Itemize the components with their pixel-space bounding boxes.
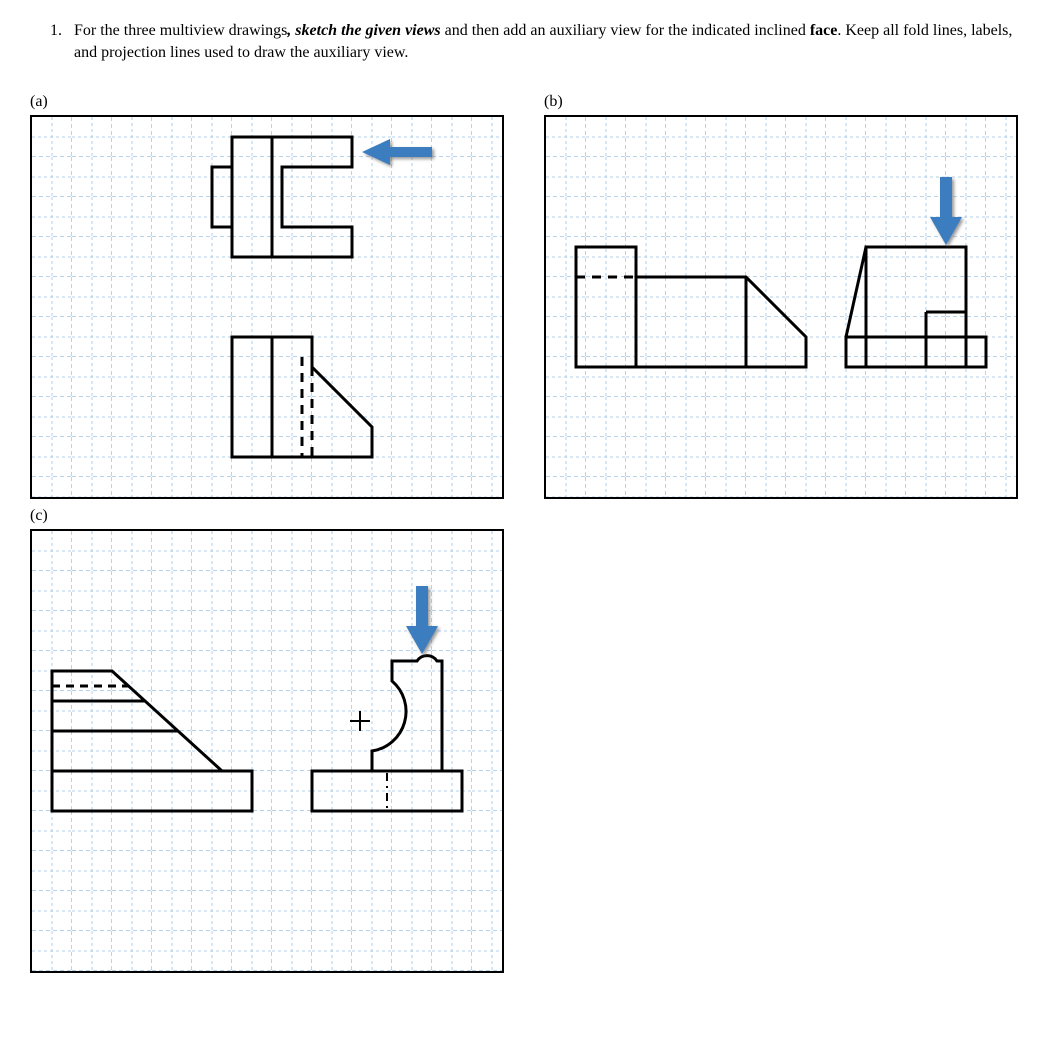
label-a: (a) — [30, 93, 504, 111]
q-text-1: For the three multiview drawings — [74, 22, 287, 39]
drawing-a — [32, 117, 502, 497]
panel-c — [30, 529, 504, 973]
cell-c: (c) — [30, 507, 504, 973]
question-block: 1. For the three multiview drawings, ske… — [30, 20, 1024, 63]
panel-a — [30, 115, 504, 499]
row-1: (a) — [30, 93, 1024, 499]
q-text-bold1: , sketch the given views — [287, 22, 440, 39]
label-b: (b) — [544, 93, 1018, 111]
cell-b: (b) — [544, 93, 1018, 499]
row-2: (c) — [30, 507, 1024, 973]
drawing-c — [32, 531, 502, 971]
label-c: (c) — [30, 507, 504, 525]
question-text: For the three multiview drawings, sketch… — [74, 20, 1024, 63]
cell-a: (a) — [30, 93, 504, 499]
panel-b — [544, 115, 1018, 499]
question-number: 1. — [30, 20, 74, 42]
q-text-mid: and then add an auxiliary view for the i… — [441, 22, 810, 39]
q-text-bold2: face — [810, 22, 838, 39]
drawing-b — [546, 117, 1016, 497]
